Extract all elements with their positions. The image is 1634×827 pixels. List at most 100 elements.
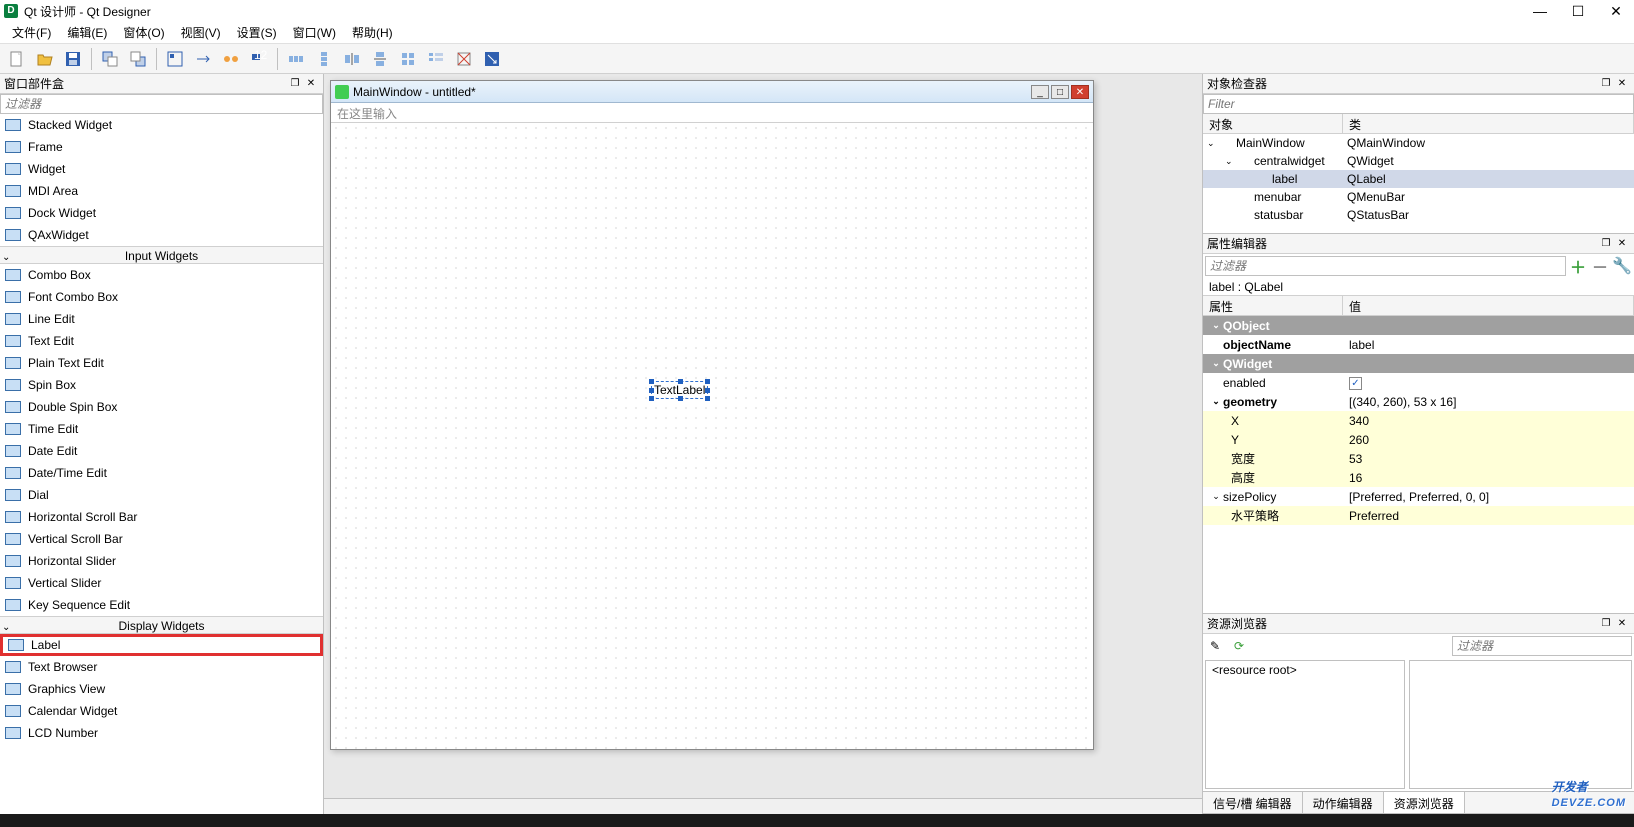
add-dynamic-property-button[interactable]: ＋: [1568, 256, 1588, 276]
menu-view[interactable]: 视图(V): [173, 22, 229, 43]
send-back-button[interactable]: [97, 46, 123, 72]
form-maximize-button[interactable]: □: [1051, 85, 1069, 99]
resize-handle[interactable]: [705, 396, 710, 401]
configure-button[interactable]: 🔧: [1612, 256, 1632, 276]
widget-item[interactable]: Vertical Slider: [0, 572, 323, 594]
widget-item[interactable]: Vertical Scroll Bar: [0, 528, 323, 550]
resize-handle[interactable]: [705, 388, 710, 393]
layout-vertical-button[interactable]: [311, 46, 337, 72]
menu-edit[interactable]: 编辑(E): [59, 22, 115, 43]
widget-item[interactable]: Double Spin Box: [0, 396, 323, 418]
layout-horizontal-splitter-button[interactable]: [339, 46, 365, 72]
widget-item[interactable]: Time Edit: [0, 418, 323, 440]
dock-restore-icon[interactable]: ❐: [287, 78, 303, 89]
resize-handle[interactable]: [649, 388, 654, 393]
edit-widgets-button[interactable]: [162, 46, 188, 72]
property-row[interactable]: 宽度53: [1203, 449, 1634, 468]
open-file-button[interactable]: [32, 46, 58, 72]
bottom-tab[interactable]: 信号/槽 编辑器: [1203, 792, 1303, 813]
resource-tree[interactable]: <resource root>: [1205, 660, 1405, 789]
dock-close-icon[interactable]: ✕: [1614, 78, 1630, 89]
widget-item[interactable]: Graphics View: [0, 678, 323, 700]
resize-handle[interactable]: [649, 396, 654, 401]
widget-item[interactable]: Date/Time Edit: [0, 462, 323, 484]
break-layout-button[interactable]: [451, 46, 477, 72]
form-titlebar[interactable]: MainWindow - untitled* _ □ ✕: [331, 81, 1093, 103]
object-inspector-filter[interactable]: [1203, 94, 1634, 114]
col-value[interactable]: 值: [1343, 296, 1634, 315]
widget-category[interactable]: ⌄Input Widgets: [0, 246, 323, 264]
widget-item[interactable]: Stacked Widget: [0, 114, 323, 136]
widget-item[interactable]: Text Edit: [0, 330, 323, 352]
edit-tab-order-button[interactable]: 123: [246, 46, 272, 72]
dock-close-icon[interactable]: ✕: [1614, 618, 1630, 629]
widget-item[interactable]: Dock Widget: [0, 202, 323, 224]
resource-filter[interactable]: [1452, 636, 1632, 656]
maximize-button[interactable]: ☐: [1568, 3, 1588, 20]
col-object[interactable]: 对象: [1203, 114, 1343, 133]
menu-file[interactable]: 文件(F): [4, 22, 59, 43]
layout-form-button[interactable]: [423, 46, 449, 72]
widget-item[interactable]: Font Combo Box: [0, 286, 323, 308]
form-canvas[interactable]: TextLabel: [331, 123, 1093, 749]
close-button[interactable]: ✕: [1606, 3, 1626, 20]
widget-list[interactable]: Stacked WidgetFrameWidgetMDI AreaDock Wi…: [0, 114, 323, 814]
widget-box-filter[interactable]: [0, 94, 323, 114]
layout-vertical-splitter-button[interactable]: [367, 46, 393, 72]
bring-front-button[interactable]: [125, 46, 151, 72]
dock-close-icon[interactable]: ✕: [303, 78, 319, 89]
menu-form[interactable]: 窗体(O): [115, 22, 172, 43]
bottom-tab[interactable]: 资源浏览器: [1384, 792, 1465, 813]
mdi-area[interactable]: MainWindow - untitled* _ □ ✕ 在这里输入 TextL…: [324, 74, 1202, 798]
col-property[interactable]: 属性: [1203, 296, 1343, 315]
widget-item[interactable]: MDI Area: [0, 180, 323, 202]
bottom-tab[interactable]: 动作编辑器: [1303, 792, 1384, 813]
new-file-button[interactable]: [4, 46, 30, 72]
property-row[interactable]: ⌄sizePolicy[Preferred, Preferred, 0, 0]: [1203, 487, 1634, 506]
widget-item[interactable]: Combo Box: [0, 264, 323, 286]
layout-horizontal-button[interactable]: [283, 46, 309, 72]
object-tree[interactable]: ⌄MainWindowQMainWindow⌄centralwidgetQWid…: [1203, 134, 1634, 224]
widget-item[interactable]: QAxWidget: [0, 224, 323, 246]
form-close-button[interactable]: ✕: [1071, 85, 1089, 99]
adjust-size-button[interactable]: [479, 46, 505, 72]
placed-label-widget[interactable]: TextLabel: [651, 381, 708, 399]
resize-handle[interactable]: [705, 379, 710, 384]
widget-item[interactable]: Calendar Widget: [0, 700, 323, 722]
property-row[interactable]: ⌄QObject: [1203, 316, 1634, 335]
property-row[interactable]: X340: [1203, 411, 1634, 430]
dock-close-icon[interactable]: ✕: [1614, 238, 1630, 249]
property-row[interactable]: ⌄geometry[(340, 260), 53 x 16]: [1203, 392, 1634, 411]
widget-item[interactable]: Horizontal Scroll Bar: [0, 506, 323, 528]
property-row[interactable]: objectNamelabel: [1203, 335, 1634, 354]
dock-restore-icon[interactable]: ❐: [1598, 78, 1614, 89]
object-tree-row[interactable]: labelQLabel: [1203, 170, 1634, 188]
object-tree-row[interactable]: statusbarQStatusBar: [1203, 206, 1634, 224]
widget-item[interactable]: Date Edit: [0, 440, 323, 462]
widget-item[interactable]: Spin Box: [0, 374, 323, 396]
edit-resources-button[interactable]: ✎: [1205, 636, 1225, 656]
widget-item[interactable]: Frame: [0, 136, 323, 158]
edit-signals-button[interactable]: [190, 46, 216, 72]
object-tree-row[interactable]: menubarQMenuBar: [1203, 188, 1634, 206]
widget-item[interactable]: Label: [0, 634, 323, 656]
property-row[interactable]: ⌄QWidget: [1203, 354, 1634, 373]
property-row[interactable]: enabled✓: [1203, 373, 1634, 392]
minimize-button[interactable]: —: [1530, 3, 1550, 20]
resize-handle[interactable]: [649, 379, 654, 384]
edit-buddies-button[interactable]: [218, 46, 244, 72]
object-tree-row[interactable]: ⌄MainWindowQMainWindow: [1203, 134, 1634, 152]
col-class[interactable]: 类: [1343, 114, 1634, 133]
menu-settings[interactable]: 设置(S): [229, 22, 285, 43]
reload-resources-button[interactable]: ⟳: [1229, 636, 1249, 656]
form-menubar-hint[interactable]: 在这里输入: [331, 103, 1093, 123]
dock-restore-icon[interactable]: ❐: [1598, 238, 1614, 249]
layout-grid-button[interactable]: [395, 46, 421, 72]
remove-dynamic-property-button[interactable]: －: [1590, 256, 1610, 276]
resize-handle[interactable]: [678, 396, 683, 401]
menu-help[interactable]: 帮助(H): [344, 22, 401, 43]
widget-item[interactable]: Key Sequence Edit: [0, 594, 323, 616]
menu-window[interactable]: 窗口(W): [285, 22, 344, 43]
widget-item[interactable]: Widget: [0, 158, 323, 180]
object-tree-row[interactable]: ⌄centralwidgetQWidget: [1203, 152, 1634, 170]
